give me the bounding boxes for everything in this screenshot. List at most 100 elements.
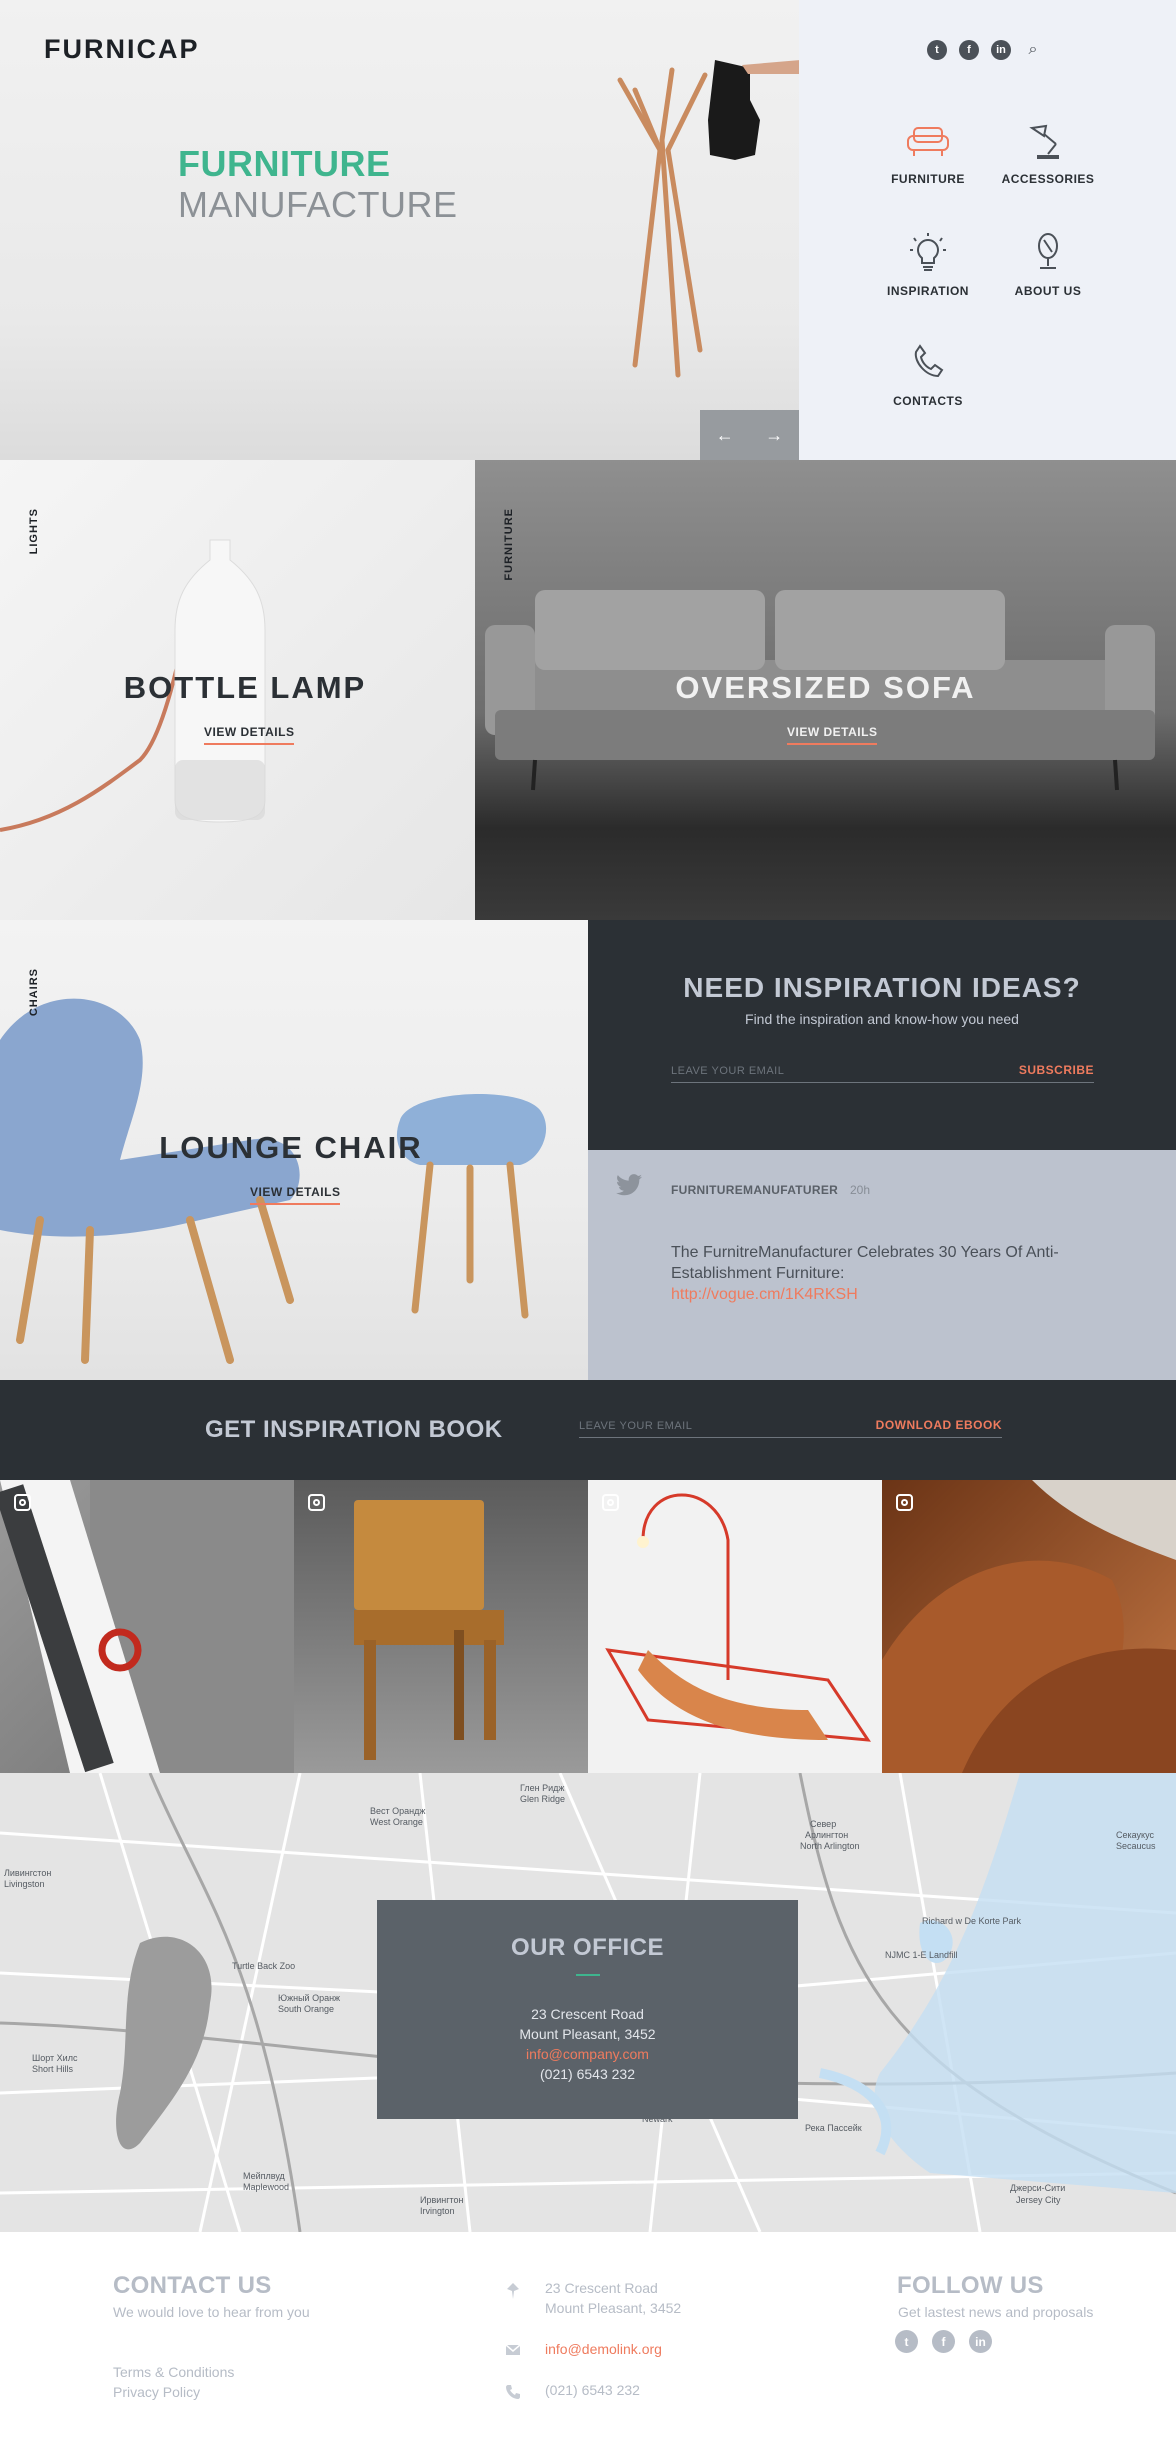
microphone-icon	[1038, 233, 1058, 269]
office-address-line1: 23 Crescent Road	[531, 2006, 644, 2022]
tweet-body: The FurnitreManufacturer Celebrates 30 Y…	[671, 1242, 1111, 1305]
product-category: FURNITURE	[503, 508, 515, 581]
nav-label-inspiration: INSPIRATION	[887, 284, 969, 298]
desk-lamp-icon	[1029, 124, 1059, 159]
map-place-label: Glen Ridge	[520, 1794, 566, 1804]
main-navigation: t f in ⌕ FURNITURE ACCESSORIES INSPIRATI…	[799, 0, 1176, 460]
map-place-label: Richard w De Korte Park	[922, 1916, 1022, 1926]
view-details-link[interactable]: VIEW DETAILS	[250, 1185, 341, 1205]
nav-label-contacts: CONTACTS	[893, 394, 963, 408]
lightbulb-icon	[910, 233, 946, 271]
linkedin-icon[interactable]: in	[991, 40, 1011, 60]
view-details-link[interactable]: VIEW DETAILS	[204, 725, 295, 745]
facebook-icon[interactable]: f	[959, 40, 979, 60]
hero-title-secondary: MANUFACTURE	[178, 184, 458, 225]
facebook-icon[interactable]: f	[932, 2330, 955, 2353]
ebook-title: GET INSPIRATION BOOK	[205, 1416, 503, 1443]
instagram-icon	[602, 1494, 619, 1511]
footer-phone: (021) 6543 232	[545, 2382, 640, 2398]
map-place-label: North Arlington	[800, 1841, 860, 1851]
red-frame-lounger-image	[605, 1493, 871, 1742]
map-place-label: Арлингтон	[805, 1830, 849, 1840]
tweet-username[interactable]: FURNITUREMANUFATURER	[671, 1183, 838, 1197]
product-title: BOTTLE LAMP	[123, 670, 367, 705]
subscribe-button[interactable]: SUBSCRIBE	[1019, 1063, 1094, 1077]
office-map[interactable]: Глен Ридж Glen Ridge Вест Орандж West Orang…	[0, 1773, 1176, 2232]
inspiration-subscribe: NEED INSPIRATION IDEAS? Find the inspira…	[588, 920, 1176, 1150]
office-title: OUR OFFICE	[511, 1934, 664, 1961]
nav-label-about: ABOUT US	[1014, 284, 1082, 298]
instagram-icon	[14, 1494, 31, 1511]
leather-cushions-image	[882, 1480, 1176, 1773]
contact-subtitle: We would love to hear from you	[113, 2304, 310, 2320]
office-address-line2: Mount Pleasant, 3452	[519, 2026, 656, 2042]
nav-item-about[interactable]: ABOUT US	[988, 232, 1108, 298]
email-input[interactable]: LEAVE YOUR EMAIL	[579, 1420, 692, 1432]
instagram-photo[interactable]	[588, 1480, 882, 1773]
fabric-chair-detail-image	[0, 1480, 294, 1773]
map-place-label: Maplewood	[243, 2182, 290, 2192]
inspiration-title: NEED INSPIRATION IDEAS?	[683, 972, 1081, 1003]
office-card: OUR OFFICE 23 Crescent Road Mount Pleasa…	[377, 1900, 798, 2119]
twitter-icon[interactable]: t	[895, 2330, 918, 2353]
nav-item-accessories[interactable]: ACCESSORIES	[988, 122, 1108, 186]
subscribe-form: LEAVE YOUR EMAIL SUBSCRIBE	[671, 1063, 1094, 1083]
product-title: LOUNGE CHAIR	[159, 1130, 423, 1165]
nav-item-inspiration[interactable]: INSPIRATION	[868, 232, 988, 298]
map-place-label: West Orange	[370, 1817, 423, 1827]
map-place-label: Глен Ридж	[520, 1783, 565, 1793]
map-place-label: Вест Орандж	[370, 1806, 426, 1816]
twitter-icon	[616, 1174, 642, 1196]
product-title: OVERSIZED SOFA	[675, 670, 976, 705]
instagram-photo[interactable]	[0, 1480, 294, 1773]
phone-icon	[914, 344, 944, 378]
map-place-label: NJMC 1-E Landfill	[885, 1950, 958, 1960]
instagram-photo[interactable]	[882, 1480, 1176, 1773]
map-place-label: Река Пассейк	[805, 2123, 862, 2133]
inspiration-subtitle: Find the inspiration and know-how you ne…	[745, 1011, 1019, 1027]
logo[interactable]: FURNICAP	[44, 34, 200, 65]
hero-title-primary: FURNITURE	[178, 143, 391, 184]
instagram-gallery	[0, 1480, 1176, 1773]
privacy-link[interactable]: Privacy Policy	[113, 2384, 200, 2400]
hero-section: FURNICAP FURNITURE MANUFACTURE ← → t f i…	[0, 0, 1176, 460]
location-pin-icon	[507, 2283, 519, 2299]
linkedin-icon[interactable]: in	[969, 2330, 992, 2353]
slider-next-button[interactable]: →	[750, 410, 800, 460]
header-social-links: t f in ⌕	[927, 40, 1043, 60]
product-tile-lamp: LIGHTS BOTTLE LAMP VIEW DETAILS	[0, 460, 475, 920]
search-icon[interactable]: ⌕	[1023, 40, 1043, 60]
office-email-link[interactable]: info@company.com	[377, 2046, 798, 2062]
coat-rack-image	[617, 60, 799, 378]
footer-email-link[interactable]: info@demolink.org	[545, 2341, 662, 2357]
map-place-label: Livingston	[4, 1879, 45, 1889]
nav-item-contacts[interactable]: CONTACTS	[868, 342, 988, 408]
view-details-link[interactable]: VIEW DETAILS	[787, 725, 878, 745]
instagram-photo[interactable]	[294, 1480, 588, 1773]
map-place-label: Ливингстон	[4, 1868, 52, 1878]
office-phone: (021) 6543 232	[540, 2066, 635, 2082]
map-place-label: Jersey City	[1016, 2195, 1061, 2205]
tweet-link[interactable]: http://vogue.cm/1K4RKSH	[671, 1286, 858, 1303]
ebook-form: LEAVE YOUR EMAIL DOWNLOAD EBOOK	[579, 1418, 1002, 1438]
footer-address-line2: Mount Pleasant, 3452	[545, 2300, 682, 2316]
map-place-label: Секаукус	[1116, 1830, 1154, 1840]
slider-prev-button[interactable]: ←	[700, 410, 750, 460]
map-place-label: Южный Оранж	[278, 1993, 341, 2003]
map-place-label: Ирвингтон	[420, 2195, 464, 2205]
map-place-label: Short Hills	[32, 2064, 74, 2074]
tweet-text: The FurnitreManufacturer Celebrates 30 Y…	[671, 1244, 1059, 1282]
map-place-label: Secaucus	[1116, 1841, 1156, 1851]
contact-title: CONTACT US	[113, 2272, 272, 2299]
follow-title: FOLLOW US	[897, 2272, 1044, 2299]
map-place-label: Север	[810, 1819, 837, 1829]
twitter-icon[interactable]: t	[927, 40, 947, 60]
product-category: LIGHTS	[28, 508, 40, 555]
nav-item-furniture[interactable]: FURNITURE	[868, 122, 988, 186]
terms-link[interactable]: Terms & Conditions	[113, 2364, 234, 2380]
office-divider	[576, 1974, 600, 1976]
email-input[interactable]: LEAVE YOUR EMAIL	[671, 1065, 784, 1077]
product-tile-chair: CHAIRS LOUNGE CHAIR VIEW DETAILS	[0, 920, 588, 1380]
download-ebook-button[interactable]: DOWNLOAD EBOOK	[876, 1418, 1002, 1432]
slider-controls: ← →	[700, 410, 799, 460]
